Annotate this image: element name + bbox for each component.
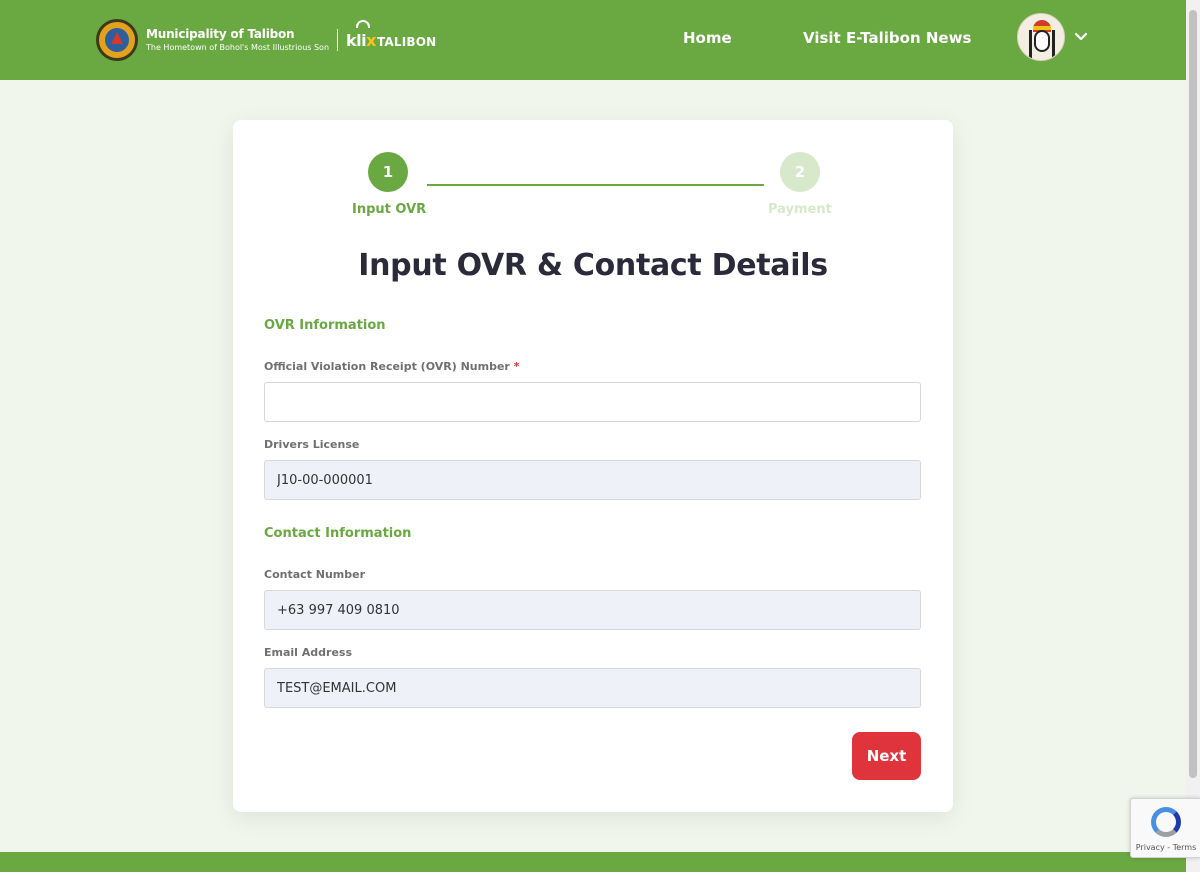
nav-home-link[interactable]: Home <box>683 29 732 47</box>
footer-bar <box>0 852 1186 872</box>
email-address-input[interactable] <box>264 668 921 708</box>
brand-title: Municipality of Talibon <box>146 26 295 41</box>
email-address-label: Email Address <box>264 646 353 659</box>
ovr-number-label: Official Violation Receipt (OVR) Number … <box>264 360 520 373</box>
brand-divider <box>337 29 339 51</box>
drivers-license-input[interactable] <box>264 460 921 500</box>
brand-logo[interactable]: Municipality of Talibon The Hometown of … <box>96 18 436 62</box>
drivers-license-label: Drivers License <box>264 438 360 451</box>
contact-number-label: Contact Number <box>264 568 366 581</box>
recaptcha-links[interactable]: Privacy - Terms <box>1131 843 1200 852</box>
contact-section-title: Contact Information <box>264 526 412 541</box>
klik-talibon-logo: klixTALIBON <box>346 19 436 50</box>
ovr-section-title: OVR Information <box>264 318 386 333</box>
scrollbar-thumb[interactable] <box>1189 10 1197 778</box>
page-title: Input OVR & Contact Details <box>358 248 828 283</box>
step-1-circle: 1 <box>368 152 408 192</box>
avatar-icon[interactable] <box>1017 13 1065 61</box>
wifi-icon <box>356 19 371 28</box>
step-2-label: Payment <box>768 202 832 217</box>
contact-number-input[interactable] <box>264 590 921 630</box>
page-scrollbar[interactable] <box>1186 0 1200 872</box>
step-2-circle: 2 <box>780 152 820 192</box>
municipal-seal-icon <box>96 19 138 61</box>
chevron-down-icon[interactable] <box>1074 30 1088 44</box>
nav-news-link[interactable]: Visit E-Talibon News <box>803 29 971 47</box>
ovr-number-input[interactable] <box>264 382 921 422</box>
recaptcha-icon <box>1151 807 1181 837</box>
stepper-connector <box>427 184 764 186</box>
step-1-label: Input OVR <box>352 202 427 217</box>
brand-subtitle: The Hometown of Bohol's Most Illustrious… <box>146 42 330 52</box>
recaptcha-badge[interactable]: Privacy - Terms <box>1130 798 1200 858</box>
required-marker: * <box>513 360 520 373</box>
top-navbar: Municipality of Talibon The Hometown of … <box>0 0 1186 80</box>
ovr-form-card: 1 2 Input OVR Payment Input OVR & Contac… <box>233 120 953 812</box>
next-button[interactable]: Next <box>852 732 921 780</box>
